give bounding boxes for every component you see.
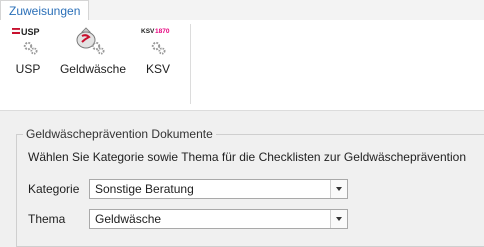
svg-text:KSV: KSV [141, 28, 155, 35]
ksv-logo-with-gears-icon: KSV 1870 [141, 28, 170, 55]
usp-button-label: USP [15, 62, 41, 76]
ribbon-group-separator [190, 24, 191, 104]
svg-text:1870: 1870 [155, 28, 170, 35]
ribbon: USP USP Geldwäsche KSV 1870 KSV [0, 20, 484, 111]
svg-text:USP: USP [21, 27, 40, 37]
money-bag-with-gears-icon [76, 27, 105, 55]
usp-logo-with-gears-icon: USP [11, 27, 40, 55]
thema-value: Geldwäsche [95, 212, 162, 226]
ribbon-tab-bar: Zuweisungen [0, 0, 484, 21]
chevron-down-icon [336, 187, 342, 191]
kategorie-value: Sonstige Beratung [95, 182, 194, 196]
thema-dropdown-button[interactable] [330, 210, 347, 228]
kategorie-dropdown[interactable]: Sonstige Beratung [89, 179, 348, 199]
kategorie-label: Kategorie [28, 182, 80, 196]
main-content: Geldwäscheprävention Dokumente Wählen Si… [0, 111, 484, 247]
chevron-down-icon [336, 217, 342, 221]
thema-dropdown[interactable]: Geldwäsche [89, 209, 348, 229]
thema-label: Thema [28, 212, 66, 226]
geldwaesche-button[interactable]: Geldwäsche [58, 20, 128, 108]
kategorie-dropdown-button[interactable] [330, 180, 347, 198]
geldwaesche-button-label: Geldwäsche [59, 62, 127, 76]
ksv-button-label: KSV [145, 62, 170, 76]
group-description: Wählen Sie Kategorie sowie Thema für die… [28, 150, 467, 164]
usp-button[interactable]: USP USP [8, 20, 48, 108]
group-title: Geldwäscheprävention Dokumente [26, 127, 213, 141]
tab-zuweisungen[interactable]: Zuweisungen [0, 0, 90, 20]
ksv-button[interactable]: KSV 1870 KSV [138, 20, 178, 108]
